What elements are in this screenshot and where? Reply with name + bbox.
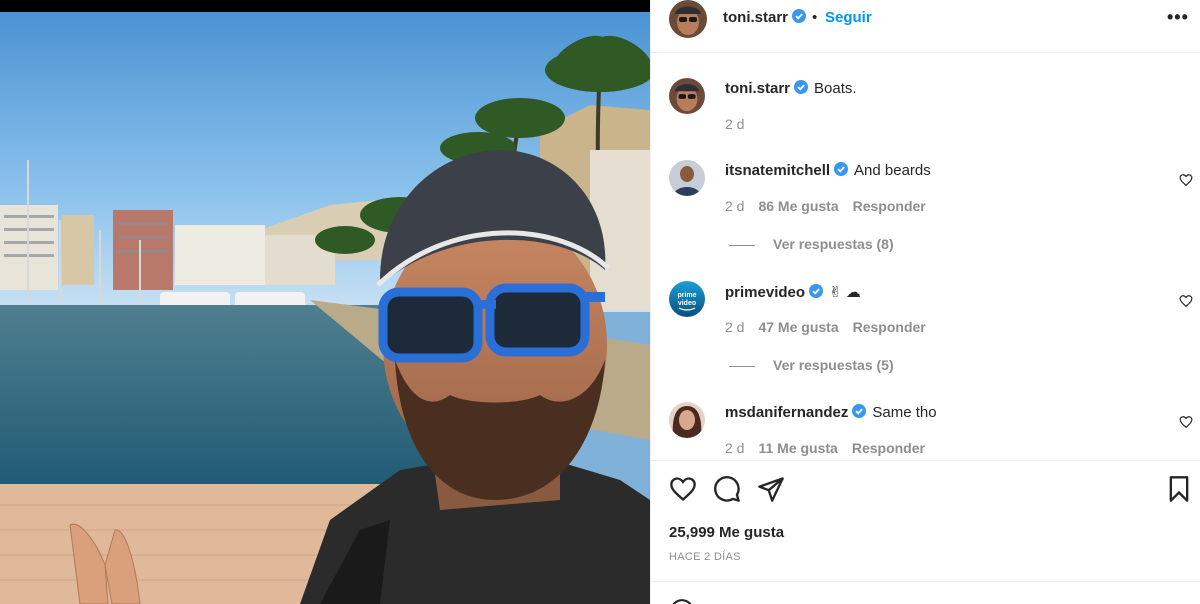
caption-text: Boats. (814, 80, 857, 97)
svg-text:prime: prime (677, 292, 696, 299)
comment-age[interactable]: 2 d (725, 198, 744, 214)
bookmark-icon[interactable] (1165, 475, 1193, 503)
comment-line: primevideo ✌ ☁ (725, 283, 861, 301)
verified-icon (809, 284, 824, 298)
comment-age[interactable]: 2 d (725, 440, 744, 456)
verified-icon (852, 404, 867, 418)
follow-button[interactable]: Seguir (825, 9, 872, 26)
view-replies-label[interactable]: Ver respuestas (8) (773, 236, 894, 252)
caption-meta: 2 d (725, 116, 758, 132)
view-replies-label[interactable]: Ver respuestas (5) (773, 357, 894, 373)
comment-likes[interactable]: 47 Me gusta (758, 319, 838, 335)
post-sidebar: toni.starr • Seguir ••• toni.starr Boats. (650, 0, 1200, 604)
caption-username-text[interactable]: toni.starr (725, 80, 790, 97)
view-replies-button[interactable]: Ver respuestas (5) (729, 357, 894, 373)
commenter-avatar[interactable] (669, 402, 705, 438)
caption-age[interactable]: 2 d (725, 116, 744, 132)
commenter-username[interactable]: msdanifernandez (725, 404, 867, 421)
commenter-avatar[interactable]: prime video (669, 281, 705, 317)
reply-button[interactable]: Responder (853, 319, 926, 335)
header-separator: • (812, 9, 818, 26)
share-icon[interactable] (757, 475, 785, 503)
reply-button[interactable]: Responder (852, 440, 925, 456)
replies-divider (729, 244, 755, 246)
commenter-avatar[interactable] (669, 160, 705, 196)
comment-meta: 2 d 11 Me gusta Responder (725, 440, 939, 456)
commenter-username[interactable]: itsnatemitchell (725, 162, 849, 179)
comment-text: ✌ ☁ (829, 284, 861, 301)
replies-divider (729, 365, 755, 367)
comment-likes[interactable]: 11 Me gusta (758, 440, 837, 456)
comment-like-icon[interactable] (1179, 415, 1193, 429)
author-username[interactable]: toni.starr (725, 80, 809, 97)
post-actions: 25,999 Me gusta HACE 2 DÍAS (651, 460, 1200, 580)
caption-line: toni.starr Boats. (725, 80, 857, 97)
commenter-username-text[interactable]: msdanifernandez (725, 404, 848, 421)
comment-like-icon[interactable] (1179, 173, 1193, 187)
comment-meta: 2 d 86 Me gusta Responder (725, 198, 940, 214)
author-avatar[interactable] (669, 78, 705, 114)
commenter-username-text[interactable]: itsnatemitchell (725, 162, 830, 179)
verified-icon (834, 162, 849, 176)
post-header: toni.starr • Seguir ••• (651, 0, 1200, 53)
comment-like-icon[interactable] (1179, 294, 1193, 308)
comment-meta: 2 d 47 Me gusta Responder (725, 319, 940, 335)
more-options-button[interactable]: ••• (1167, 7, 1189, 28)
comment-icon[interactable] (713, 475, 741, 503)
author-avatar[interactable] (669, 0, 707, 38)
heart-icon[interactable] (669, 475, 697, 503)
view-replies-button[interactable]: Ver respuestas (8) (729, 236, 894, 252)
commenter-username[interactable]: primevideo (725, 284, 824, 301)
comment-likes[interactable]: 86 Me gusta (758, 198, 838, 214)
emoji-icon[interactable] (669, 598, 695, 604)
comment-line: msdanifernandez Same tho (725, 404, 937, 421)
comment-text: And beards (854, 162, 931, 179)
verified-icon (792, 9, 807, 23)
comment-line: itsnatemitchell And beards (725, 162, 931, 179)
post-date[interactable]: HACE 2 DÍAS (669, 551, 741, 563)
reply-button[interactable]: Responder (853, 198, 926, 214)
comments-list: toni.starr Boats. 2 d itsnatemitchell And … (651, 54, 1200, 459)
add-comment-bar (651, 581, 1200, 604)
comment-age[interactable]: 2 d (725, 319, 744, 335)
verified-icon (794, 80, 809, 94)
likes-count[interactable]: 25,999 Me gusta (669, 524, 784, 541)
post-photo (0, 0, 650, 604)
comment-text: Same tho (872, 404, 937, 421)
commenter-username-text[interactable]: primevideo (725, 284, 805, 301)
svg-text:video: video (678, 300, 696, 307)
author-username-text[interactable]: toni.starr (723, 9, 788, 26)
author-username[interactable]: toni.starr (723, 9, 807, 26)
